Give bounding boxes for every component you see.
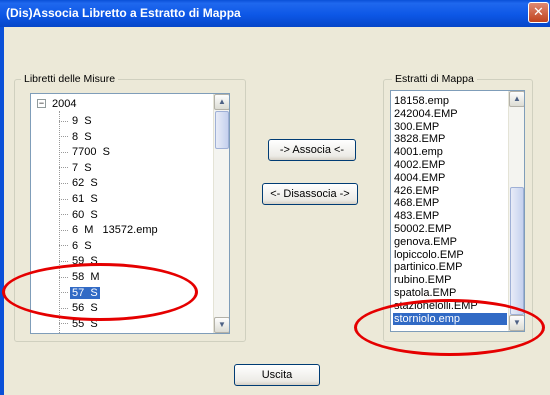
tree-connector bbox=[59, 276, 68, 278]
window-title: (Dis)Associa Libretto a Estratto di Mapp… bbox=[6, 6, 241, 20]
tree-connector bbox=[59, 151, 68, 153]
tree-item[interactable]: 60 S bbox=[59, 208, 100, 223]
tree-connector bbox=[59, 198, 68, 200]
tree-item[interactable]: 62 S bbox=[59, 176, 100, 191]
scroll-up-button[interactable]: ▲ bbox=[214, 94, 229, 110]
disassocia-button[interactable]: <- Disassocia -> bbox=[262, 183, 358, 205]
close-icon: ✕ bbox=[533, 4, 544, 19]
tree-item-label: 7 S bbox=[72, 161, 92, 174]
tree-item[interactable]: 6 M 13572.emp bbox=[59, 223, 160, 238]
list-item[interactable]: 3828.EMP bbox=[393, 133, 507, 146]
tree-item[interactable]: 7700 S bbox=[59, 145, 112, 160]
chevron-down-icon: ▼ bbox=[513, 318, 521, 327]
tree-item[interactable]: 8 S bbox=[59, 130, 94, 145]
tree-item-label: 62 S bbox=[72, 177, 98, 190]
tree-connector bbox=[59, 120, 68, 122]
list-item[interactable]: 18158.emp bbox=[393, 95, 507, 108]
associa-button[interactable]: -> Associa <- bbox=[268, 139, 356, 161]
tree-node-label: 2004 bbox=[52, 98, 77, 110]
tree-item[interactable]: 7 S bbox=[59, 161, 94, 176]
libretti-group-label: Libretti delle Misure bbox=[21, 73, 119, 85]
window-border bbox=[0, 27, 4, 395]
tree-connector bbox=[59, 214, 68, 216]
libretti-scrollbar[interactable]: ▲ ▼ bbox=[213, 94, 229, 333]
tree-connector bbox=[59, 323, 68, 325]
tree-connector bbox=[59, 167, 68, 169]
tree-connector bbox=[59, 292, 68, 294]
estratti-scrollbar[interactable]: ▲ ▼ bbox=[508, 91, 524, 331]
estratti-group-label: Estratti di Mappa bbox=[392, 73, 477, 85]
list-item[interactable]: 50002.EMP bbox=[393, 223, 507, 236]
list-item[interactable]: 483.EMP bbox=[393, 210, 507, 223]
tree-connector bbox=[59, 182, 68, 184]
collapse-icon[interactable]: − bbox=[37, 99, 46, 108]
tree-item-label: 58 M bbox=[72, 271, 100, 283]
tree-connector bbox=[59, 307, 68, 309]
tree-connector bbox=[59, 136, 68, 138]
list-item[interactable]: 300.EMP bbox=[393, 121, 507, 134]
list-item[interactable]: 4002.EMP bbox=[393, 159, 507, 172]
tree-item[interactable]: 57 S bbox=[59, 286, 100, 301]
scroll-down-button[interactable]: ▼ bbox=[509, 315, 524, 331]
tree-connector bbox=[59, 229, 68, 231]
list-item[interactable]: storniolo.emp bbox=[393, 312, 507, 326]
list-item[interactable]: genova.EMP bbox=[393, 236, 507, 249]
tree-item-label: 9 S bbox=[72, 115, 92, 127]
list-item[interactable]: lopiccolo.EMP bbox=[393, 249, 507, 262]
tree-item[interactable]: 61 S bbox=[59, 192, 100, 207]
tree-item[interactable]: 58 M bbox=[59, 270, 102, 285]
list-item[interactable]: 468.EMP bbox=[393, 197, 507, 210]
tree-item-label: 59 S bbox=[72, 255, 98, 268]
scroll-thumb[interactable] bbox=[215, 111, 229, 149]
chevron-down-icon: ▼ bbox=[218, 320, 226, 329]
tree-item[interactable]: 6 S bbox=[59, 239, 94, 254]
chevron-up-icon: ▲ bbox=[513, 94, 521, 103]
list-item[interactable]: partinico.EMP bbox=[393, 261, 507, 274]
close-button[interactable]: ✕ bbox=[528, 2, 549, 23]
tree-item-label: 55 S bbox=[72, 317, 98, 330]
tree-item-label: 60 S bbox=[72, 208, 98, 221]
scroll-up-button[interactable]: ▲ bbox=[509, 91, 524, 107]
list-item[interactable]: stazionelolli.EMP bbox=[393, 300, 507, 313]
list-item[interactable]: 4004.EMP bbox=[393, 172, 507, 185]
tree-item[interactable]: 55 S bbox=[59, 317, 100, 332]
tree-item-label: 6 S bbox=[72, 239, 92, 252]
list-item[interactable]: spatola.EMP bbox=[393, 287, 507, 300]
scroll-thumb[interactable] bbox=[510, 187, 524, 315]
tree-item-label: 7700 S bbox=[72, 146, 110, 159]
list-item[interactable]: 4001.emp bbox=[393, 146, 507, 159]
list-item[interactable]: rubino.EMP bbox=[393, 274, 507, 287]
libretti-tree[interactable]: −2004 9 S 8 S 7700 S 7 S 62 S 61 S 60 S 6 M 135… bbox=[30, 93, 230, 334]
uscita-button[interactable]: Uscita bbox=[234, 364, 320, 386]
list-item[interactable]: 426.EMP bbox=[393, 185, 507, 198]
estratti-list[interactable]: 18158.emp 242004.EMP 300.EMP 3828.EMP 4001.e… bbox=[390, 90, 525, 332]
tree-connector bbox=[59, 260, 68, 262]
tree-item-label: 8 S bbox=[72, 130, 92, 143]
tree-item[interactable]: 59 S bbox=[59, 254, 100, 269]
list-item[interactable]: 242004.EMP bbox=[393, 108, 507, 121]
tree-node-2004[interactable]: −2004 bbox=[37, 98, 76, 111]
tree-item-label: 6 M 13572.emp bbox=[72, 224, 158, 237]
tree-item-label: 61 S bbox=[72, 193, 98, 205]
tree-connector bbox=[59, 245, 68, 247]
tree-item-label: 57 S bbox=[70, 286, 100, 299]
tree-item[interactable]: 56 S bbox=[59, 301, 100, 316]
chevron-up-icon: ▲ bbox=[218, 97, 226, 106]
title-bar: (Dis)Associa Libretto a Estratto di Mapp… bbox=[0, 0, 550, 27]
tree-item[interactable]: 9 S bbox=[59, 114, 94, 129]
scroll-down-button[interactable]: ▼ bbox=[214, 317, 229, 333]
tree-item-label: 56 S bbox=[72, 302, 98, 315]
